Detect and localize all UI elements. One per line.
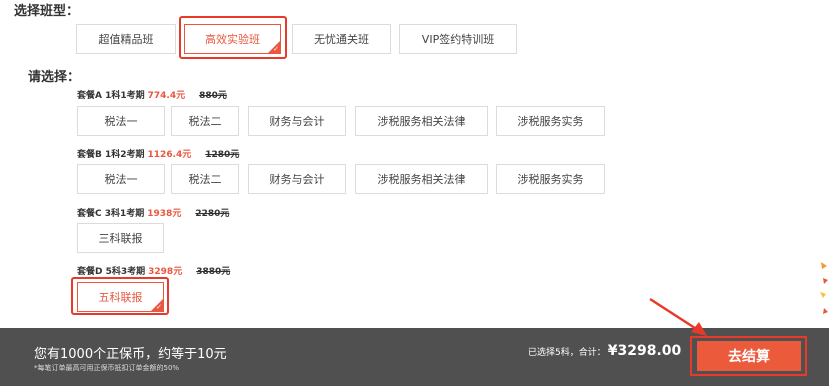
annotation-arrow-icon bbox=[649, 297, 707, 336]
confetti-decoration-icon bbox=[820, 262, 828, 314]
